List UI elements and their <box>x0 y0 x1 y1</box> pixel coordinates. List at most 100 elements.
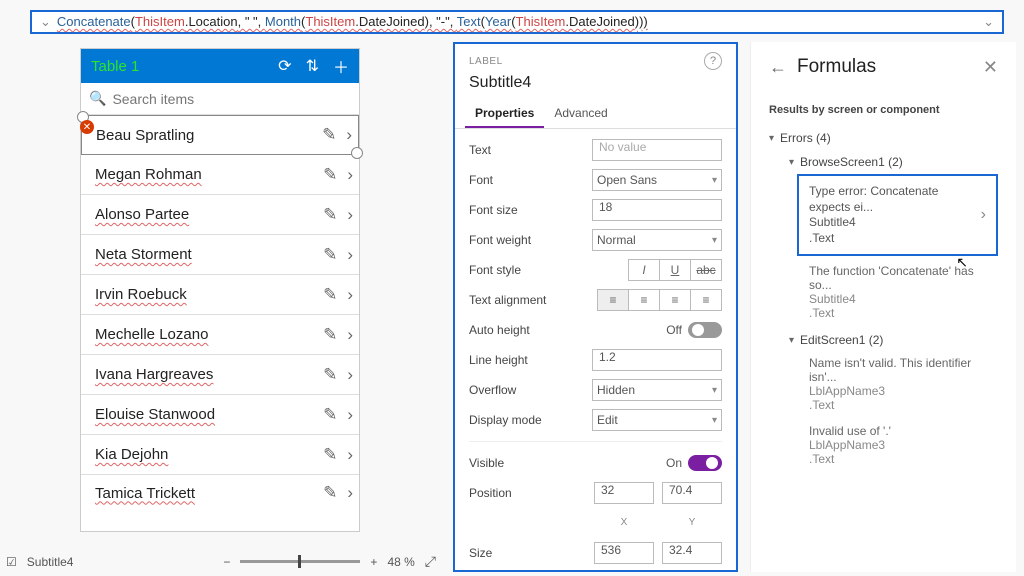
error-item[interactable]: Name isn't valid. This identifier isn'..… <box>809 352 998 420</box>
edit-icon[interactable]: ✎ <box>323 365 337 385</box>
align-center-button[interactable]: ≡ <box>628 289 660 311</box>
formula-bar[interactable]: ⌄ Concatenate(ThisItem.Location, " ", Mo… <box>30 10 1004 34</box>
prop-fontsize-input[interactable]: 18 <box>592 199 722 221</box>
gallery-row[interactable]: Alonso Partee✎› <box>81 195 359 235</box>
chevron-right-icon[interactable]: › <box>347 405 353 425</box>
visible-toggle[interactable] <box>688 455 722 471</box>
edit-icon[interactable]: ✎ <box>323 205 337 225</box>
formulas-pane: ← Formulas ✕ Results by screen or compon… <box>750 42 1016 572</box>
autoheight-toggle[interactable] <box>688 322 722 338</box>
pos-x-input[interactable]: 32 <box>594 482 654 504</box>
screen-node[interactable]: ▾BrowseScreen1 (2) <box>769 150 998 174</box>
properties-pane: LABEL ? Subtitle4 Properties Advanced Te… <box>453 42 738 572</box>
align-justify-button[interactable]: ≡ <box>690 289 722 311</box>
prop-font-select[interactable]: Open Sans▾ <box>592 169 722 191</box>
row-name: Beau Spratling <box>96 127 312 144</box>
height-input[interactable]: 32.4 <box>662 542 722 564</box>
formula-dropdown-icon[interactable]: ⌄ <box>983 14 994 30</box>
formula-text[interactable]: Concatenate(ThisItem.Location, " ", Mont… <box>57 14 648 30</box>
tab-advanced[interactable]: Advanced <box>544 100 617 128</box>
align-left-button[interactable]: ≡ <box>597 289 629 311</box>
canvas-area[interactable]: Table 1 ⟳ ⇅ ＋ 🔍 ✕ Beau Spratling ✎ › Meg… <box>0 42 440 532</box>
sort-icon[interactable]: ⇅ <box>306 56 319 76</box>
prop-style-label: Font style <box>469 263 629 277</box>
gallery-row[interactable]: Ivana Hargreaves✎› <box>81 355 359 395</box>
chevron-right-icon[interactable]: › <box>347 365 353 385</box>
font-style-group: IUabc <box>629 259 722 281</box>
edit-icon[interactable]: ✎ <box>322 125 336 145</box>
help-icon[interactable]: ? <box>704 52 722 70</box>
gallery-table[interactable]: Table 1 ⟳ ⇅ ＋ 🔍 ✕ Beau Spratling ✎ › Meg… <box>80 48 360 532</box>
gallery-row[interactable]: Irvin Roebuck✎› <box>81 275 359 315</box>
error-item[interactable]: The function 'Concatenate' has so... Sub… <box>809 260 998 328</box>
pos-y-input[interactable]: 70.4 <box>662 482 722 504</box>
formula-expand-icon[interactable]: ⌄ <box>40 14 51 30</box>
prop-text-input[interactable]: No value <box>592 139 722 161</box>
row-name: Mechelle Lozano <box>95 326 313 343</box>
edit-icon[interactable]: ✎ <box>323 325 337 345</box>
zoom-out-button[interactable]: − <box>223 555 230 569</box>
chevron-right-icon[interactable]: › <box>981 206 986 224</box>
error-card[interactable]: Type error: Concatenate expects ei... Su… <box>797 174 998 256</box>
prop-lineheight-input[interactable]: 1.2 <box>592 349 722 371</box>
tree-icon[interactable]: ☑ <box>6 555 17 569</box>
edit-icon[interactable]: ✎ <box>323 165 337 185</box>
zoom-slider[interactable] <box>240 560 360 563</box>
close-icon[interactable]: ✕ <box>983 57 998 78</box>
prop-fontsize-label: Font size <box>469 203 592 217</box>
chevron-right-icon[interactable]: › <box>347 483 353 503</box>
gallery-row[interactable]: Kia Dejohn✎› <box>81 435 359 475</box>
row-name: Elouise Stanwood <box>95 406 313 423</box>
add-icon[interactable]: ＋ <box>333 54 349 78</box>
errors-node[interactable]: ▾Errors (4) <box>769 126 998 150</box>
chevron-right-icon[interactable]: › <box>346 125 352 145</box>
gallery-row[interactable]: Mechelle Lozano ✎ › <box>81 315 359 355</box>
search-row[interactable]: 🔍 <box>81 83 359 115</box>
selected-control[interactable]: Subtitle4 <box>27 555 74 569</box>
align-right-button[interactable]: ≡ <box>659 289 691 311</box>
italic-button[interactable]: I <box>628 259 660 281</box>
zoom-in-button[interactable]: + <box>370 555 377 569</box>
chevron-down-icon: ▾ <box>789 157 794 168</box>
control-name: Subtitle4 <box>455 74 736 100</box>
gallery-row[interactable]: Elouise Stanwood ✎ › <box>81 395 359 435</box>
chevron-down-icon: ▾ <box>712 175 717 186</box>
edit-icon[interactable]: ✎ <box>323 285 337 305</box>
edit-icon[interactable]: ✎ <box>323 245 337 265</box>
underline-button[interactable]: U <box>659 259 691 281</box>
error-title: Type error: Concatenate expects ei... <box>809 184 981 215</box>
gallery-row[interactable]: Tamica Trickett✎› <box>81 475 359 511</box>
chevron-down-icon: ▾ <box>769 133 774 144</box>
edit-icon[interactable]: ✎ <box>323 405 337 425</box>
gallery-row[interactable]: Neta Storment ✎ › <box>81 235 359 275</box>
chevron-right-icon[interactable]: › <box>347 285 353 305</box>
width-input[interactable]: 536 <box>594 542 654 564</box>
back-icon[interactable]: ← <box>769 57 787 78</box>
chevron-right-icon[interactable]: › <box>347 245 353 265</box>
tab-properties[interactable]: Properties <box>465 100 544 128</box>
screen-node[interactable]: ▾EditScreen1 (2) <box>769 328 998 352</box>
results-heading: Results by screen or component <box>769 104 998 116</box>
prop-weight-select[interactable]: Normal▾ <box>592 229 722 251</box>
gallery-row[interactable]: ✕ Beau Spratling ✎ › <box>81 115 359 155</box>
error-item[interactable]: Invalid use of '.' LblAppName3 .Text <box>809 420 998 474</box>
prop-displaymode-select[interactable]: Edit▾ <box>592 409 722 431</box>
edit-icon[interactable]: ✎ <box>323 445 337 465</box>
gallery-row[interactable]: Megan Rohman✎› <box>81 155 359 195</box>
status-bar: ☑ Subtitle4 − + 48 % ⤢ <box>6 553 436 570</box>
toggle-on-text: On <box>666 456 682 470</box>
search-input[interactable] <box>112 91 351 107</box>
prop-overflow-select[interactable]: Hidden▾ <box>592 379 722 401</box>
chevron-right-icon[interactable]: › <box>347 165 353 185</box>
chevron-right-icon[interactable]: › <box>347 445 353 465</box>
strike-button[interactable]: abc <box>690 259 722 281</box>
zoom-value: 48 % <box>387 555 414 569</box>
fn-concat: Concatenate <box>57 14 131 29</box>
row-name: Neta Storment <box>95 246 313 263</box>
chevron-right-icon[interactable]: › <box>347 205 353 225</box>
refresh-icon[interactable]: ⟳ <box>278 56 291 76</box>
edit-icon[interactable]: ✎ <box>323 483 337 503</box>
error-badge-icon: ✕ <box>80 120 94 134</box>
chevron-right-icon[interactable]: › <box>347 325 353 345</box>
fit-screen-icon[interactable]: ⤢ <box>425 553 436 570</box>
